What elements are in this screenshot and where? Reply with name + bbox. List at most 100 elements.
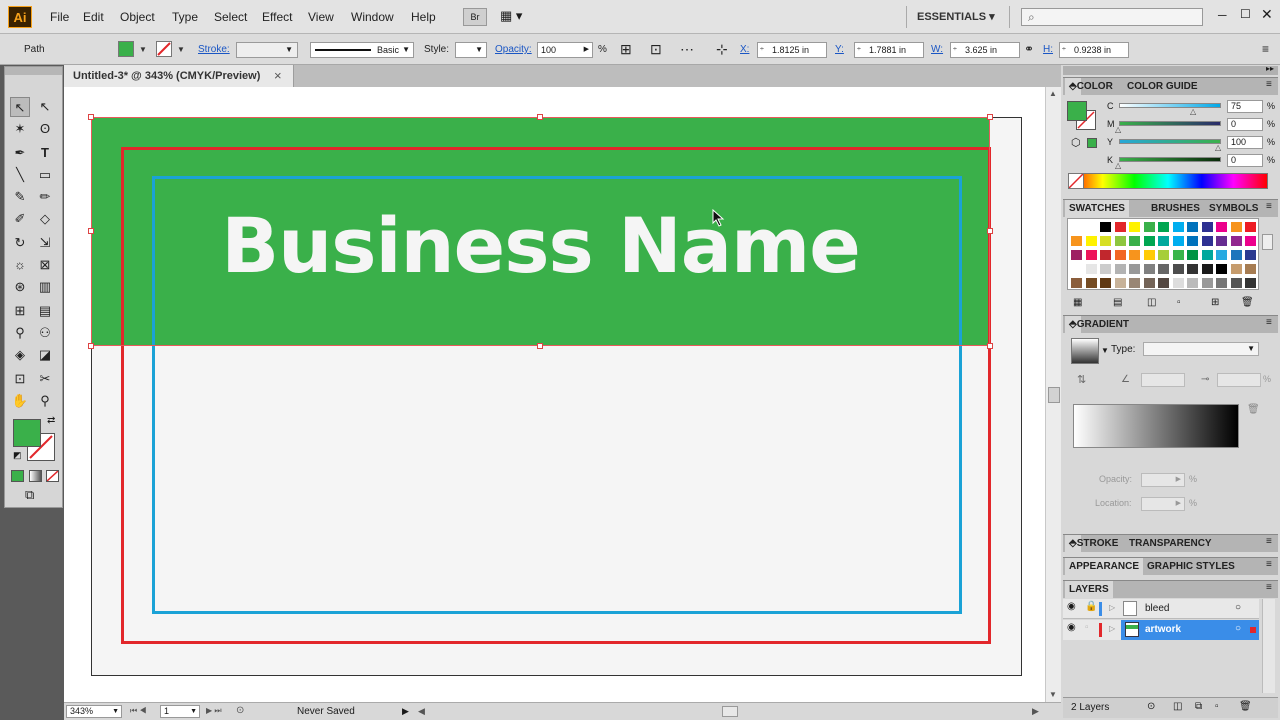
search-input[interactable]: ⌕ — [1021, 8, 1203, 26]
swatch-chip[interactable] — [1070, 249, 1083, 261]
swatch-chip[interactable] — [1142, 249, 1156, 261]
menu-edit[interactable]: Edit — [83, 10, 104, 24]
scroll-up-icon[interactable]: ▲ — [1049, 89, 1057, 98]
stroke-weight-field[interactable]: ▼ — [236, 42, 298, 58]
layer-row-artwork[interactable]: ◉ ▫ ▷ artwork ○ — [1063, 620, 1259, 640]
swatch-chip[interactable] — [1186, 235, 1199, 247]
blob-brush-tool-icon[interactable]: ✐ — [10, 209, 30, 229]
locate-object-icon[interactable]: ⊙ — [1147, 701, 1155, 712]
x-label[interactable]: X: — [740, 44, 749, 55]
swatch-chip[interactable] — [1215, 235, 1228, 247]
show-swatch-kinds-icon[interactable]: ▤ — [1113, 297, 1122, 308]
tab-brushes[interactable]: BRUSHES — [1151, 203, 1200, 214]
magic-wand-tool-icon[interactable]: ✶ — [10, 119, 30, 139]
swatch-chip[interactable] — [1128, 235, 1141, 247]
panel-menu-icon[interactable]: ≡ — [1266, 317, 1272, 328]
swatch-chip[interactable] — [1113, 277, 1127, 289]
selected-art-indicator[interactable] — [1250, 627, 1256, 633]
target-icon[interactable]: ○ — [1235, 602, 1241, 613]
swatch-chip[interactable] — [1070, 221, 1083, 233]
swatch-chip[interactable] — [1200, 263, 1214, 275]
rectangle-tool-icon[interactable]: ▭ — [35, 165, 55, 185]
h-field[interactable]: ÷ 0.9238 in — [1059, 42, 1129, 58]
menu-window[interactable]: Window — [351, 10, 394, 24]
black-field[interactable]: 0 — [1227, 154, 1263, 167]
eyedropper-tool-icon[interactable]: ⚲ — [10, 323, 30, 343]
hand-tool-icon[interactable]: ✋ — [10, 391, 30, 411]
tab-gradient[interactable]: ⬘ GRADIENT — [1065, 316, 1129, 333]
eraser-tool-icon[interactable]: ◇ — [35, 209, 55, 229]
collapse-panels-icon[interactable]: ▸▸ — [1266, 64, 1274, 73]
graphic-style-picker[interactable]: ▼ — [455, 42, 487, 58]
magenta-field[interactable]: 0 — [1227, 118, 1263, 131]
color-fill-box[interactable] — [1067, 101, 1087, 121]
gradient-preview[interactable] — [1071, 338, 1099, 364]
panel-grip[interactable] — [5, 67, 62, 75]
swatch-chip[interactable] — [1142, 263, 1156, 275]
close-tab-icon[interactable]: × — [274, 68, 282, 83]
y-label[interactable]: Y: — [835, 44, 844, 55]
swatch-chip[interactable] — [1128, 263, 1141, 275]
new-sublayer-icon[interactable]: ⧉ — [1195, 701, 1202, 712]
selection-handle[interactable] — [537, 114, 543, 120]
selection-handle[interactable] — [987, 228, 993, 234]
scale-tool-icon[interactable]: ⇲ — [35, 233, 55, 253]
swatch-chip[interactable] — [1142, 277, 1156, 289]
slice-tool-icon[interactable]: ✂ — [35, 369, 55, 389]
swatch-chip[interactable] — [1215, 263, 1228, 275]
tab-layers[interactable]: LAYERS — [1065, 581, 1113, 598]
menu-type[interactable]: Type — [172, 10, 198, 24]
delete-layer-icon[interactable]: 🗑 — [1239, 701, 1252, 712]
yellow-track[interactable] — [1119, 139, 1221, 144]
swatch-chip[interactable] — [1099, 277, 1112, 289]
vertical-scrollbar[interactable]: ▲ ▼ — [1045, 87, 1061, 702]
swatch-chip[interactable] — [1200, 277, 1214, 289]
reference-point-icon[interactable]: ⊹ — [716, 41, 728, 58]
swatch-chip[interactable] — [1200, 235, 1214, 247]
delete-stop-icon[interactable]: 🗑 — [1247, 404, 1260, 415]
swatch-chip[interactable] — [1142, 235, 1156, 247]
target-icon[interactable]: ○ — [1235, 623, 1241, 634]
swatch-chip[interactable] — [1171, 263, 1185, 275]
swatch-chip[interactable] — [1084, 235, 1098, 247]
layer-name[interactable]: bleed — [1145, 603, 1169, 614]
swatch-chip[interactable] — [1157, 277, 1170, 289]
swatch-chip[interactable] — [1229, 277, 1243, 289]
menu-file[interactable]: File — [50, 10, 69, 24]
swatch-chip[interactable] — [1244, 235, 1257, 247]
eye-icon[interactable]: ◉ — [1067, 601, 1076, 612]
first-artboard-icon[interactable]: ⏮ ◀ — [130, 706, 147, 716]
tab-swatches[interactable]: SWATCHES — [1065, 200, 1129, 217]
menu-object[interactable]: Object — [120, 10, 155, 24]
swatch-chip[interactable] — [1070, 263, 1083, 275]
arrange-documents-icon[interactable]: ▦ ▾ — [500, 8, 536, 26]
none-color-icon[interactable] — [1068, 173, 1084, 189]
close-icon[interactable]: ✕ — [1261, 6, 1273, 23]
gradient-opacity-field[interactable]: ▶ — [1141, 473, 1185, 487]
menu-view[interactable]: View — [308, 10, 334, 24]
graph-tool-icon[interactable]: ▥ — [35, 277, 55, 297]
swatch-chip[interactable] — [1229, 263, 1243, 275]
gradient-slider[interactable] — [1073, 404, 1239, 448]
lock-icon[interactable]: 🔒 — [1085, 601, 1097, 612]
layer-name[interactable]: artwork — [1145, 624, 1181, 635]
swatch-chip[interactable] — [1171, 221, 1185, 233]
swatch-chip[interactable] — [1084, 263, 1098, 275]
canvas[interactable]: Business Name — [64, 87, 1045, 702]
swatch-chip[interactable] — [1084, 221, 1098, 233]
new-layer-icon[interactable]: ▫ — [1215, 701, 1219, 712]
magenta-slider-thumb[interactable]: △ — [1115, 125, 1121, 134]
cyan-field[interactable]: 75 — [1227, 100, 1263, 113]
x-field[interactable]: ÷ 1.8125 in — [757, 42, 827, 58]
swatch-chip[interactable] — [1229, 221, 1243, 233]
swatch-chip[interactable] — [1099, 263, 1112, 275]
swatch-chip[interactable] — [1128, 249, 1141, 261]
chevron-down-icon[interactable]: ▼ — [177, 45, 185, 54]
scroll-thumb[interactable] — [1048, 387, 1060, 403]
swatch-chip[interactable] — [1084, 277, 1098, 289]
tab-color-guide[interactable]: COLOR GUIDE — [1127, 81, 1198, 92]
swatch-chip[interactable] — [1215, 249, 1228, 261]
layer-row-bleed[interactable]: ◉ 🔒 ▷ bleed ○ — [1063, 599, 1259, 619]
swatch-chip[interactable] — [1200, 221, 1214, 233]
aspect-ratio-field[interactable] — [1217, 373, 1261, 387]
